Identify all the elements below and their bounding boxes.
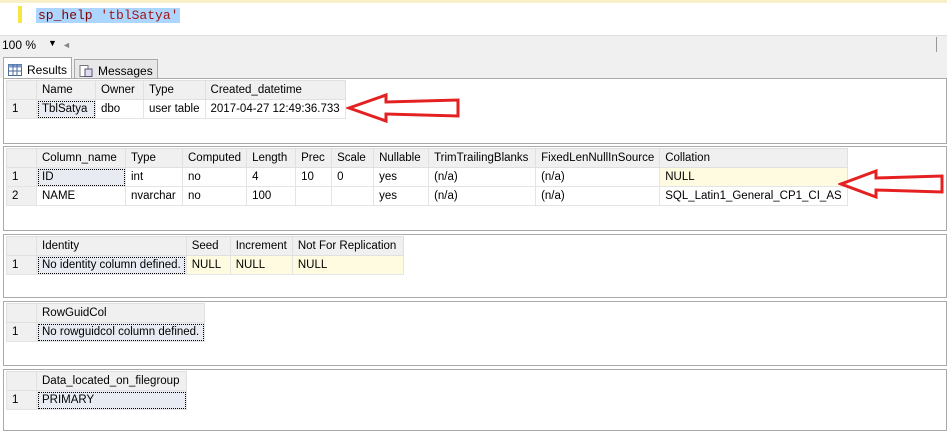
column-header[interactable]: Created_datetime [204, 80, 346, 100]
column-header[interactable]: Type [143, 80, 206, 100]
table-row: 1 No rowguidcol column defined. [6, 322, 206, 342]
table-row: 2 NAME nvarchar no 100 yes (n/a) (n/a) S… [6, 186, 848, 206]
change-marker [18, 6, 22, 23]
column-header[interactable]: Computed [181, 148, 248, 168]
red-arrow-annotation [346, 92, 460, 124]
column-header[interactable]: Type [125, 148, 183, 168]
identity-grid: Identity Seed Increment Not For Replicat… [6, 236, 404, 275]
column-header[interactable]: RowGuidCol [35, 303, 206, 323]
table-row: 1 TblSatya dbo user table 2017-04-27 12:… [6, 99, 346, 119]
table-row: 1 PRIMARY [6, 390, 187, 410]
result-grid-2: Column_name Type Computed Length Prec Sc… [3, 146, 947, 231]
column-header[interactable]: Seed [185, 236, 231, 256]
result-grid-3: Identity Seed Increment Not For Replicat… [3, 234, 947, 298]
table-row: 1 No identity column defined. NULL NULL … [6, 255, 404, 275]
messages-icon [79, 64, 93, 77]
scrollbar-divider [936, 37, 937, 52]
red-arrow-annotation [838, 168, 944, 200]
column-header[interactable]: Collation [659, 148, 848, 168]
query-text[interactable]: sp_help 'tblSatya' [36, 8, 181, 23]
scroll-left-icon[interactable]: ◄ [62, 40, 71, 50]
zoom-bar: 100 % ▼ ◄ [0, 35, 947, 53]
table-row: 1 ID int no 4 10 0 yes (n/a) (n/a) NULL [6, 167, 848, 187]
chevron-down-icon[interactable]: ▼ [48, 38, 57, 48]
result-grid-4: RowGuidCol 1 No rowguidcol column define… [3, 301, 947, 366]
tab-results[interactable]: Results [3, 57, 73, 79]
column-header[interactable]: Nullable [373, 148, 430, 168]
filegroup-grid: Data_located_on_filegroup 1 PRIMARY [6, 371, 187, 410]
column-header[interactable]: Increment [229, 236, 293, 256]
column-header[interactable]: Data_located_on_filegroup [36, 371, 187, 391]
column-header[interactable]: Not For Replication [291, 236, 404, 256]
columns-grid: Column_name Type Computed Length Prec Sc… [6, 148, 848, 206]
grid-icon [8, 64, 22, 76]
rowguidcol-grid: RowGuidCol 1 No rowguidcol column define… [6, 303, 206, 342]
column-header[interactable]: FixedLenNullInSource [535, 148, 661, 168]
column-header[interactable]: Scale [331, 148, 375, 168]
column-header[interactable]: Owner [95, 80, 144, 100]
column-header[interactable]: Name [36, 80, 96, 100]
zoom-select[interactable]: 100 % [2, 38, 36, 52]
result-tabs: Results Messages [0, 53, 947, 79]
tab-messages[interactable]: Messages [74, 59, 158, 78]
column-header[interactable]: Prec [295, 148, 333, 168]
column-header[interactable]: Column_name [36, 148, 126, 168]
result-grid-5: Data_located_on_filegroup 1 PRIMARY [3, 369, 947, 431]
result-grid-1: Name Owner Type Created_datetime 1 TblSa… [3, 78, 947, 144]
query-editor[interactable]: sp_help 'tblSatya' [0, 0, 947, 35]
column-header[interactable]: Identity [36, 236, 187, 256]
column-header[interactable]: TrimTrailingBlanks [428, 148, 537, 168]
column-header[interactable]: Length [246, 148, 297, 168]
table-info-grid: Name Owner Type Created_datetime 1 TblSa… [6, 80, 346, 119]
